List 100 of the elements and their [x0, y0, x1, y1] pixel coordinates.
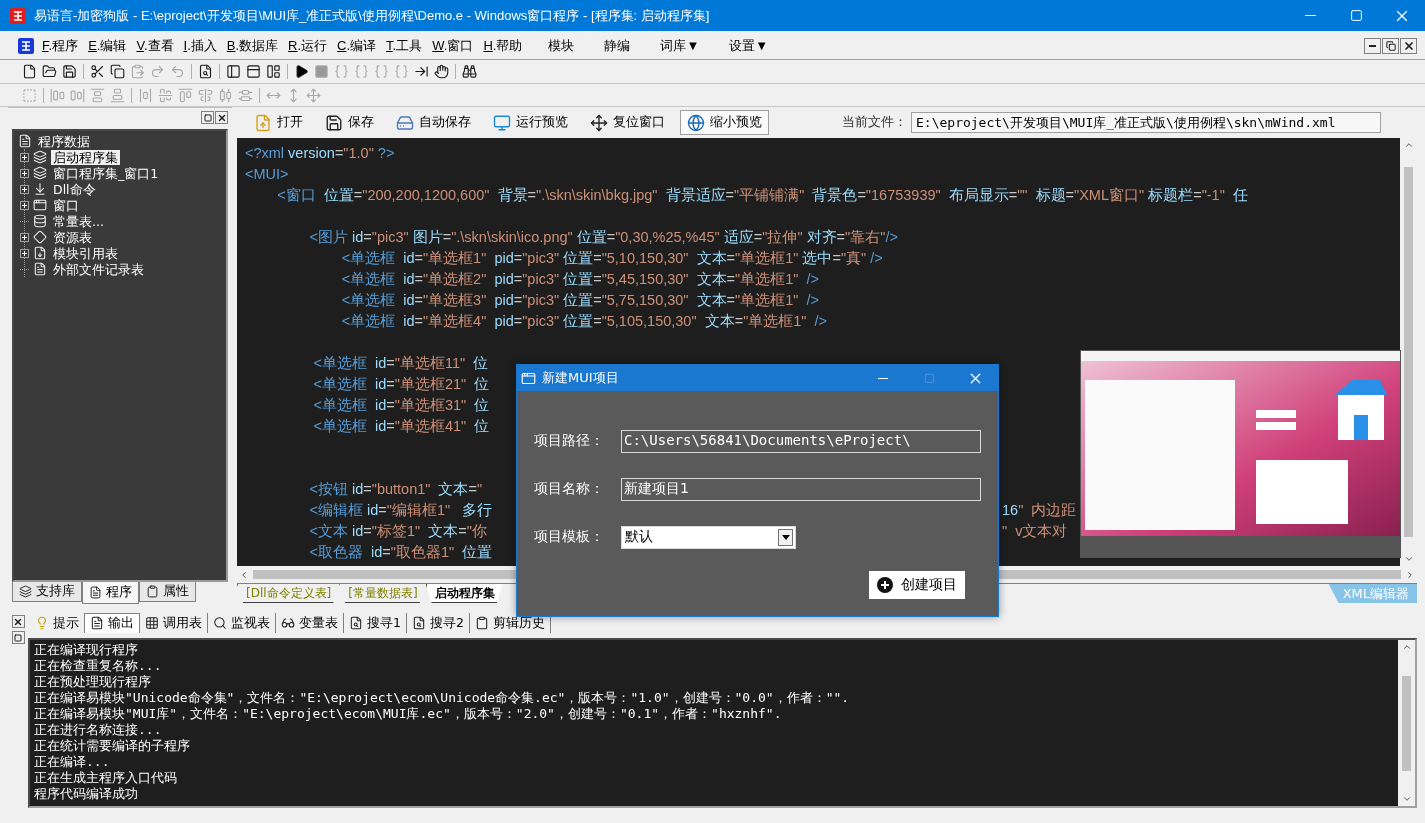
scroll-right-icon — [1405, 569, 1415, 580]
panel-layout-icon[interactable] — [226, 64, 241, 79]
code-line: <单选框 id="单选框4" pid="pic3" 位置="5,105,150,30" 文本="单选框1" /> — [340, 312, 828, 331]
arrow-to-line-icon[interactable] — [414, 64, 429, 79]
output-line: 正在检查重复名称... — [34, 658, 162, 674]
menu-item[interactable]: I.插入 — [179, 35, 221, 57]
code-line: <单选框 id="单选框2" pid="pic3" 位置="5,45,150,30" 文本="单选框1" /> — [340, 270, 819, 289]
window-icon — [521, 370, 536, 386]
code-line: <MUI> — [245, 165, 289, 184]
maximize-icon — [1349, 9, 1363, 22]
code-line: <单选框 id="单选框1" pid="pic3" 位置="5,10,150,30" 文本="单选框1" 选中="真" /> — [340, 249, 883, 268]
expander-icon[interactable] — [20, 152, 29, 162]
stack-icon — [33, 166, 47, 180]
menu-item[interactable]: W.窗口 — [428, 35, 478, 57]
search-icon[interactable] — [198, 64, 213, 79]
folder-open-icon[interactable] — [42, 64, 57, 79]
monitor-icon — [493, 113, 511, 132]
code-line: 16" 内边距 — [1002, 501, 1077, 520]
menu-item[interactable]: E.编辑 — [84, 35, 131, 57]
output-line: 正在编译... — [34, 754, 110, 770]
tree-item[interactable]: 程序数据 — [36, 133, 92, 149]
menu-item[interactable]: C.编译 — [333, 35, 381, 57]
maximize-icon — [923, 372, 935, 384]
tree-item[interactable]: 窗口程序集_窗口1 — [51, 165, 161, 181]
menu-item[interactable]: 词库▼ — [656, 35, 704, 57]
output-tab[interactable]: 搜寻1 — [344, 613, 407, 633]
expander-icon[interactable] — [20, 184, 29, 194]
output-tab[interactable]: 变量表 — [276, 613, 344, 633]
tree-item[interactable]: 启动程序集 — [51, 149, 120, 165]
restore-button[interactable] — [201, 111, 214, 124]
code-line: <文本 id="标签1" 文本="你 — [308, 522, 487, 541]
panel-tab[interactable]: 支持库 — [12, 582, 82, 602]
binoculars-icon[interactable] — [462, 64, 477, 79]
toolbar-button[interactable]: 复位窗口 — [583, 110, 672, 135]
window-icon — [33, 198, 47, 212]
tree-item[interactable]: 外部文件记录表 — [51, 261, 146, 277]
output-line: 正在编译易模块"Unicode命令集"，文件名："E:\eproject\ecom\Unicode命令集.ec"，版本号："1.0"，创建号："0.0"，作者："". — [34, 690, 850, 706]
menu-item[interactable]: R.运行 — [284, 35, 332, 57]
menu-item[interactable]: V.查看 — [132, 35, 178, 57]
close-button[interactable] — [1400, 38, 1417, 54]
scroll-down-icon — [1401, 794, 1412, 804]
stack-icon — [19, 585, 32, 598]
code-line: <?xml version="1.0" ?> — [245, 144, 395, 163]
tree-item[interactable]: 窗口 — [51, 197, 81, 213]
tree-item[interactable]: Dll命令 — [51, 181, 98, 197]
panel-layout-icon[interactable] — [246, 64, 261, 79]
drive-icon — [396, 113, 414, 132]
hand-icon[interactable] — [434, 64, 449, 79]
close-button[interactable] — [11, 615, 25, 628]
copy-icon[interactable] — [110, 64, 125, 79]
menu-item[interactable]: 静编 — [600, 35, 635, 57]
menu-item[interactable]: T.工具 — [382, 35, 427, 57]
menu-item[interactable]: 设置▼ — [725, 35, 773, 57]
tree-item[interactable]: 资源表 — [51, 229, 94, 245]
file-path-field[interactable]: E:\eproject\开发项目\MUI库_准正式版\使用例程\skn\mWind.xml — [911, 112, 1381, 133]
clipboard-icon — [474, 616, 489, 630]
scroll-down-icon — [1403, 554, 1414, 564]
search-icon — [411, 616, 426, 630]
menu-item[interactable]: F.程序 — [38, 35, 83, 57]
restore-button[interactable] — [11, 631, 25, 644]
document-arrow-icon — [33, 246, 47, 260]
restore-icon — [14, 633, 22, 642]
toolbar-button[interactable]: 保存 — [318, 110, 381, 135]
play-icon[interactable] — [294, 64, 309, 79]
template-select[interactable]: 默认 — [621, 525, 796, 549]
clipboard-icon — [146, 585, 159, 598]
toolbar-button[interactable]: 自动保存 — [389, 110, 478, 135]
toolbar-button[interactable]: 运行预览 — [486, 110, 575, 135]
tree-item[interactable]: 模块引用表 — [51, 245, 120, 261]
panel-tab[interactable]: 属性 — [139, 582, 196, 602]
expander-icon[interactable] — [20, 168, 29, 178]
output-tab[interactable]: 调用表 — [140, 613, 208, 633]
close-button[interactable] — [215, 111, 228, 124]
input-field[interactable]: 新建项目1 — [621, 477, 981, 501]
output-tab[interactable]: 输出 — [85, 613, 140, 633]
panel-layout-icon[interactable] — [266, 64, 281, 79]
new-file-icon[interactable] — [22, 64, 37, 79]
toolbar-button[interactable]: 缩小预览 — [680, 110, 769, 135]
lightbulb-icon — [35, 616, 49, 630]
code-line: <图片 id="pic3" 图片=".\skn\skin\ico.png" 位置="0,30,%25,%45" 适应="拉伸" 对齐="靠右"/> — [308, 228, 898, 247]
menu-item[interactable]: 模块 — [544, 35, 579, 57]
save-icon[interactable] — [62, 64, 77, 79]
database-icon — [33, 214, 47, 228]
expander-icon[interactable] — [20, 200, 29, 210]
expander-icon[interactable] — [20, 248, 29, 258]
scissors-icon[interactable] — [90, 64, 105, 79]
editor-tab[interactable]: 启动程序集 — [425, 584, 503, 603]
menu-item[interactable]: H.帮助 — [479, 35, 527, 57]
toolbar-button[interactable]: 打开 — [247, 110, 310, 135]
input-field[interactable]: C:\Users\56841\Documents\eProject\ — [621, 429, 981, 453]
restore-button[interactable] — [1382, 38, 1399, 54]
glasses-icon — [281, 616, 295, 630]
create-project-button[interactable]: 创建项目 — [869, 571, 965, 599]
output-tab[interactable]: 搜寻2 — [406, 613, 470, 633]
expander-icon[interactable] — [20, 232, 29, 242]
minimize-button[interactable] — [1364, 38, 1381, 54]
output-tab[interactable]: 监视表 — [208, 613, 276, 633]
menu-item[interactable]: B.数据库 — [222, 35, 283, 57]
panel-tab[interactable]: 程序 — [82, 582, 139, 604]
tree-item[interactable]: 常量表... — [51, 213, 106, 229]
